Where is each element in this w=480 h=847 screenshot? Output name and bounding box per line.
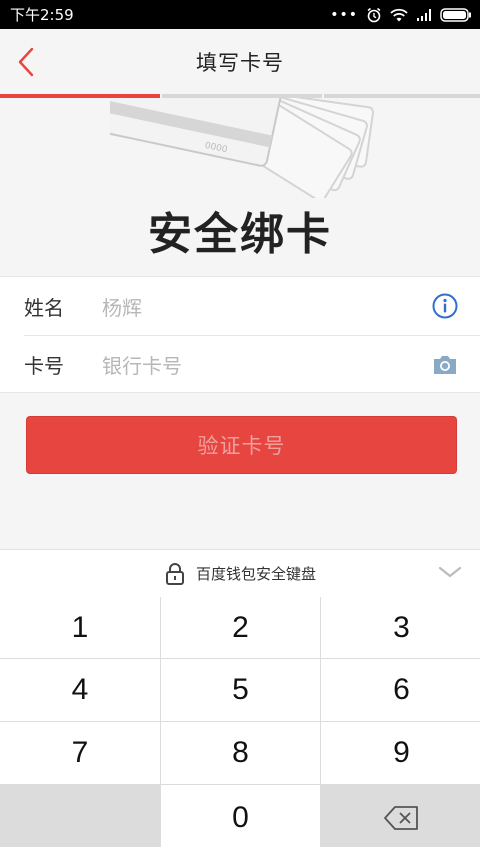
signal-icon bbox=[417, 8, 431, 21]
key-6[interactable]: 6 bbox=[321, 659, 480, 721]
hero-headline: 安全绑卡 bbox=[148, 209, 332, 260]
camera-button[interactable] bbox=[430, 350, 460, 380]
key-1[interactable]: 1 bbox=[0, 597, 160, 658]
key-0[interactable]: 0 bbox=[161, 785, 320, 847]
chevron-down-icon[interactable] bbox=[438, 564, 462, 580]
key-4[interactable]: 4 bbox=[0, 659, 160, 721]
card-number-input[interactable]: 银行卡号 bbox=[102, 350, 430, 379]
card-number-label: 卡号 bbox=[24, 354, 64, 378]
status-icons: ••• bbox=[330, 7, 472, 23]
lock-icon bbox=[165, 562, 184, 585]
battery-icon bbox=[440, 7, 471, 22]
bind-card-form: 姓名 杨辉 卡号 银行卡号 bbox=[0, 276, 480, 393]
back-button[interactable] bbox=[12, 45, 40, 79]
status-bar: 下午2:59 ••• bbox=[0, 0, 480, 29]
key-blank bbox=[0, 785, 160, 847]
numeric-keypad: 1 2 3 4 5 6 7 8 9 0 bbox=[0, 597, 480, 847]
name-row: 姓名 杨辉 bbox=[0, 277, 480, 335]
bank-cards-illustration: 0000 bbox=[110, 98, 374, 198]
chevron-left-icon bbox=[18, 47, 34, 77]
info-button[interactable] bbox=[430, 291, 460, 321]
key-9[interactable]: 9 bbox=[321, 722, 480, 784]
keyboard-header: 百度钱包安全键盘 bbox=[0, 549, 480, 597]
keyboard-caption: 百度钱包安全键盘 bbox=[195, 565, 316, 583]
key-8[interactable]: 8 bbox=[161, 722, 320, 784]
backspace-icon bbox=[383, 805, 418, 830]
wifi-icon bbox=[390, 8, 408, 21]
hero-banner: 0000 安全绑卡 bbox=[0, 98, 480, 276]
status-time: 下午2:59 bbox=[10, 6, 74, 24]
verify-card-button[interactable]: 验证卡号 bbox=[26, 416, 457, 474]
delete-key[interactable] bbox=[321, 785, 480, 847]
info-icon bbox=[432, 293, 458, 319]
alarm-icon bbox=[367, 7, 381, 22]
key-5[interactable]: 5 bbox=[161, 659, 320, 721]
page-title: 填写卡号 bbox=[196, 51, 284, 75]
more-dots-icon: ••• bbox=[330, 6, 358, 23]
key-2[interactable]: 2 bbox=[161, 597, 320, 658]
title-bar: 填写卡号 bbox=[0, 29, 480, 95]
key-3[interactable]: 3 bbox=[321, 597, 480, 658]
camera-icon bbox=[434, 355, 456, 374]
key-7[interactable]: 7 bbox=[0, 722, 160, 784]
card-number-row: 卡号 银行卡号 bbox=[24, 335, 480, 393]
name-field[interactable]: 杨辉 bbox=[102, 292, 430, 321]
verify-card-label: 验证卡号 bbox=[197, 434, 286, 458]
name-label: 姓名 bbox=[24, 295, 64, 320]
